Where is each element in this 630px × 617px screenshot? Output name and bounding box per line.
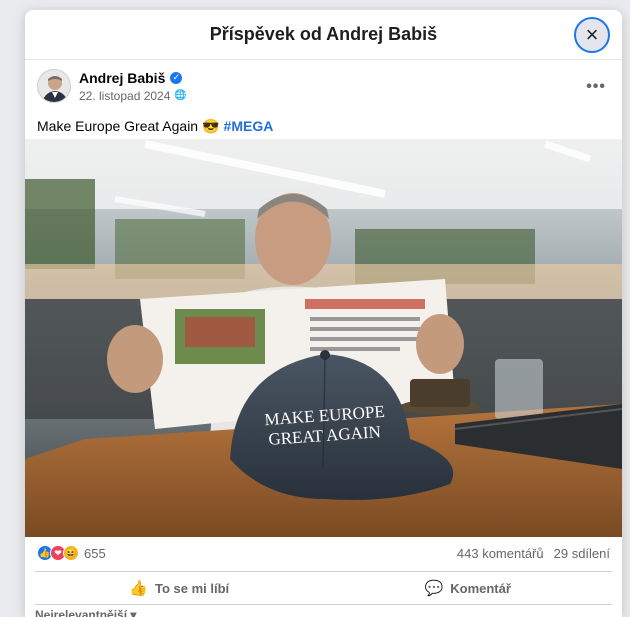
like-label: To se mi líbí	[155, 580, 230, 596]
post-photo[interactable]: MAKE EUROPE GREAT AGAIN	[25, 139, 622, 537]
reaction-icons[interactable]: 👍 ❤ 😆	[37, 545, 79, 561]
sunglasses-emoji-icon: 😎	[202, 117, 220, 134]
globe-icon: 🌐	[174, 90, 187, 101]
author-row: Andrej Babiš ✓	[79, 70, 187, 86]
reaction-count[interactable]: 655	[84, 546, 106, 561]
post-caption: Make Europe Great Again 😎 #MEGA	[25, 112, 622, 140]
actions-bar: 👍 To se mi líbí 💬 Komentář	[35, 571, 612, 605]
comment-sort-dropdown[interactable]: Nejrelevantnější ▾	[35, 608, 136, 617]
verified-badge-icon: ✓	[170, 71, 183, 84]
haha-reaction-icon: 😆	[63, 545, 79, 561]
post-text: Make Europe Great Again	[37, 118, 199, 134]
author-name[interactable]: Andrej Babiš	[79, 70, 165, 86]
close-button[interactable]: ×	[574, 17, 610, 53]
comments-count[interactable]: 443 komentářů	[457, 546, 544, 561]
author-block: Andrej Babiš ✓ 22. listopad 2024 🌐	[79, 70, 187, 103]
modal-title: Příspěvek od Andrej Babiš	[209, 24, 438, 44]
like-button[interactable]: 👍 To se mi líbí	[35, 572, 324, 604]
shares-count[interactable]: 29 sdílení	[554, 546, 610, 561]
comment-icon: 💬	[424, 580, 444, 597]
counts-right: 443 komentářů 29 sdílení	[457, 546, 610, 561]
hashtag-link[interactable]: #MEGA	[224, 118, 274, 134]
post-modal: Příspěvek od Andrej Babiš × Andrej Babiš…	[25, 10, 622, 617]
more-options-icon[interactable]: •••	[586, 78, 606, 96]
comment-label: Komentář	[450, 580, 511, 596]
post-meta: 22. listopad 2024 🌐	[79, 89, 187, 103]
thumbs-up-icon: 👍	[129, 580, 148, 597]
avatar[interactable]	[37, 69, 71, 103]
post-date[interactable]: 22. listopad 2024	[79, 89, 170, 103]
close-icon: ×	[585, 22, 599, 47]
comment-button[interactable]: 💬 Komentář	[324, 572, 613, 604]
modal-header: Příspěvek od Andrej Babiš ×	[25, 10, 622, 60]
reactions-bar: 👍 ❤ 😆 655 443 komentářů 29 sdílení	[25, 537, 622, 569]
photo-illustration: MAKE EUROPE GREAT AGAIN	[25, 139, 622, 537]
post-header: Andrej Babiš ✓ 22. listopad 2024 🌐 •••	[25, 60, 622, 112]
avatar-image	[38, 70, 70, 102]
